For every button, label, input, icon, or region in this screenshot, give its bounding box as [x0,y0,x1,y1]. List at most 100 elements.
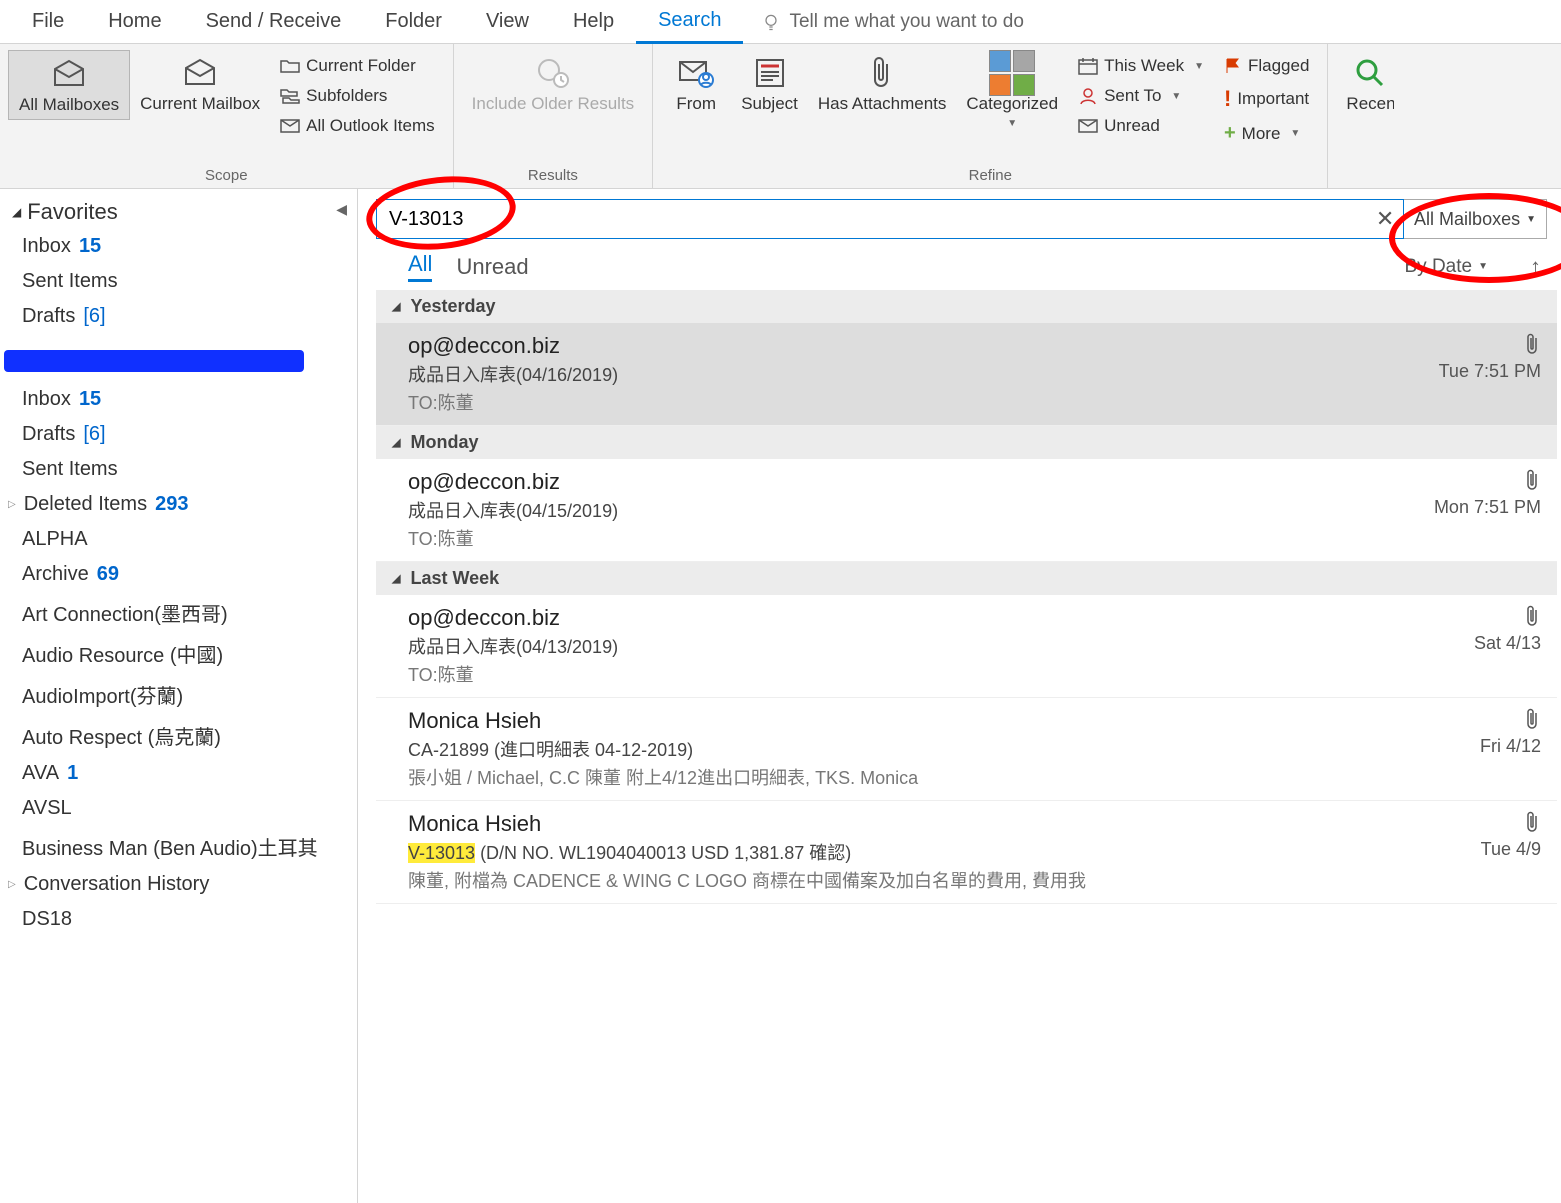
message-preview: TO:陈董 [408,525,1389,551]
has-attachments-button[interactable]: Has Attachments [808,50,957,118]
folder-item[interactable]: Sent Items [0,264,357,299]
bulb-icon [761,12,781,32]
folder-label: DS18 [22,908,72,931]
group-header[interactable]: ◢ Last Week [376,562,1557,595]
folder-item[interactable]: Audio Resource (中國) [0,633,357,674]
folder-item[interactable]: ▷Deleted Items293 [0,487,357,522]
folder-item[interactable]: AVSL [0,791,357,826]
message-subject: 成品日入库表(04/15/2019) [408,497,1389,523]
favorites-label: Favorites [27,199,117,225]
folder-item[interactable]: DS18 [0,902,357,937]
all-outlook-items-button[interactable]: All Outlook Items [276,114,439,138]
group-label: Last Week [410,568,499,589]
important-button[interactable]: ! Important [1220,84,1313,114]
folder-label: Business Man (Ben Audio)土耳其 [22,832,318,861]
current-folder-button[interactable]: Current Folder [276,54,439,78]
folder-nav: ◀ ◢ Favorites Inbox15Sent ItemsDrafts[6]… [0,189,358,1203]
folder-label: Inbox [22,388,71,411]
folder-item[interactable]: Inbox15 [0,382,357,417]
current-mailbox-label: Current Mailbox [140,94,260,114]
message-sender: op@deccon.biz [408,605,1389,631]
group-header[interactable]: ◢Yesterday [376,290,1557,323]
message-row[interactable]: Monica HsiehV-13013 (D/N NO. WL190404001… [376,801,1557,904]
person-icon [1078,87,1098,105]
caret-down-icon: ▼ [1478,261,1488,272]
clear-search-icon[interactable]: ✕ [1367,206,1403,232]
search-input[interactable] [377,208,1367,231]
flagged-button[interactable]: Flagged [1220,54,1313,78]
categorized-icon [992,56,1032,90]
results-group-label: Results [528,167,578,186]
more-button[interactable]: + More ▼ [1220,120,1313,147]
recent-searches-button[interactable]: Recent Searches [1336,50,1404,118]
folder-item[interactable]: AudioImport(芬蘭) [0,674,357,715]
ribbon-group-refine: From Subject Has Attachments Categorized [653,44,1328,188]
include-older-results-button[interactable]: Include Older Results [462,50,645,118]
folder-label: AudioImport(芬蘭) [22,680,183,709]
tab-home[interactable]: Home [86,0,183,44]
filter-all[interactable]: All [408,251,432,282]
categorized-button[interactable]: Categorized ▼ [956,50,1068,134]
folder-label: Sent Items [22,270,118,293]
all-outlook-items-label: All Outlook Items [306,116,435,136]
important-icon: ! [1224,86,1231,112]
tab-file[interactable]: File [10,0,86,44]
all-mailboxes-button[interactable]: All Mailboxes [8,50,130,120]
folder-count: 15 [79,235,101,258]
mailbox-icon [180,56,220,90]
categorized-label: Categorized [966,94,1058,114]
folder-item[interactable]: Business Man (Ben Audio)土耳其 [0,826,357,867]
paperclip-icon [1523,605,1541,627]
important-label: Important [1237,89,1309,109]
include-older-label: Include Older Results [472,94,635,114]
message-row[interactable]: Monica HsiehCA-21899 (進口明細表 04-12-2019)張… [376,698,1557,801]
outlook-items-icon [280,118,300,134]
sort-ascending-icon[interactable]: ↑ [1530,254,1541,280]
caret-down-icon: ◢ [392,572,400,585]
sort-label: By Date [1405,256,1473,278]
paperclip-icon [1523,708,1541,730]
ribbon-tabs: File Home Send / Receive Folder View Hel… [0,0,1561,44]
main-area: ◀ ◢ Favorites Inbox15Sent ItemsDrafts[6]… [0,189,1561,1203]
folder-item[interactable]: Drafts[6] [0,299,357,334]
message-list[interactable]: ◢Yesterdayop@deccon.biz成品日入库表(04/16/2019… [376,290,1557,1203]
folder-label: Drafts [22,305,75,328]
folder-item[interactable]: Sent Items [0,452,357,487]
sort-dropdown[interactable]: By Date ▼ [1405,256,1489,278]
current-mailbox-button[interactable]: Current Mailbox [130,50,270,118]
filter-unread[interactable]: Unread [456,254,528,280]
folder-label: AVSL [22,797,72,820]
sent-to-button[interactable]: Sent To ▼ [1074,84,1208,108]
folder-item[interactable]: Inbox15 [0,229,357,264]
folder-icon [280,58,300,74]
tab-folder[interactable]: Folder [363,0,464,44]
flag-icon [1224,57,1242,75]
caret-down-icon: ▼ [1171,91,1181,102]
message-row[interactable]: op@deccon.biz成品日入库表(04/16/2019)TO:陈董Tue … [376,323,1557,426]
tell-me-box[interactable]: Tell me what you want to do [761,11,1023,33]
message-row[interactable]: op@deccon.biz成品日入库表(04/15/2019)TO:陈董Mon … [376,459,1557,562]
folder-item[interactable]: Drafts[6] [0,417,357,452]
from-label: From [676,94,716,114]
unread-button[interactable]: Unread [1074,114,1208,138]
folder-item[interactable]: Art Connection(墨西哥) [0,592,357,633]
folder-item[interactable]: AVA1 [0,756,357,791]
folder-item[interactable]: Archive69 [0,557,357,592]
message-row[interactable]: op@deccon.biz成品日入库表(04/13/2019)TO:陈董Sat … [376,595,1557,698]
this-week-button[interactable]: This Week ▼ [1074,54,1208,78]
from-button[interactable]: From [661,50,731,118]
folder-item[interactable]: ALPHA [0,522,357,557]
tab-send-receive[interactable]: Send / Receive [184,0,364,44]
favorites-header[interactable]: ◢ Favorites [0,195,357,229]
subfolders-button[interactable]: Subfolders [276,84,439,108]
subject-button[interactable]: Subject [731,50,808,118]
tab-view[interactable]: View [464,0,551,44]
tab-search[interactable]: Search [636,0,743,44]
folder-item[interactable]: Auto Respect (烏克蘭) [0,715,357,756]
collapse-nav-icon[interactable]: ◀ [336,201,347,218]
folder-item[interactable]: ▷Conversation History [0,867,357,902]
group-header[interactable]: ◢Monday [376,426,1557,459]
tab-help[interactable]: Help [551,0,636,44]
message-preview: TO:陈董 [408,389,1389,415]
search-scope-dropdown[interactable]: All Mailboxes ▼ [1404,199,1547,239]
